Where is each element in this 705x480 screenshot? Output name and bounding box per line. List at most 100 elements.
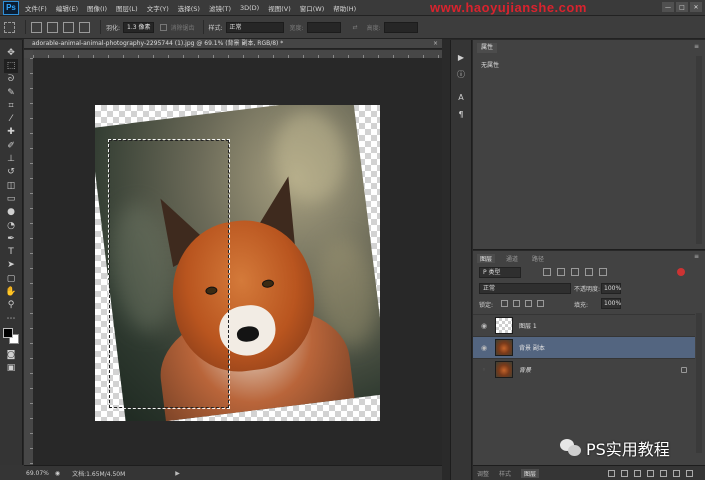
menu-file[interactable]: 文件(F)	[25, 3, 47, 13]
visibility-eye-icon[interactable]: ◉	[477, 343, 491, 353]
document-canvas[interactable]	[95, 105, 380, 421]
gradient-tool-icon[interactable]: ▭	[4, 192, 18, 205]
marquee-tool-preset-icon[interactable]	[4, 21, 15, 33]
menu-image[interactable]: 图像(I)	[87, 3, 107, 13]
screen-mode-icon[interactable]: ▣	[4, 362, 18, 375]
lock-pixels-icon[interactable]	[513, 300, 520, 307]
width-input[interactable]	[306, 21, 341, 33]
filter-type-icon[interactable]	[571, 268, 579, 276]
layer-filter-select[interactable]: P 类型	[479, 267, 521, 278]
ruler-origin[interactable]	[24, 50, 33, 58]
link-layers-icon[interactable]	[608, 470, 615, 477]
quick-select-tool-icon[interactable]: ✎	[4, 86, 18, 99]
lock-all-icon[interactable]	[537, 300, 544, 307]
vertical-ruler[interactable]	[24, 58, 33, 465]
layer-name[interactable]: 背景 副本	[519, 343, 545, 352]
adjustment-layer-icon[interactable]	[647, 470, 654, 477]
minimize-button[interactable]: —	[662, 2, 674, 12]
menu-select[interactable]: 选择(S)	[178, 3, 200, 13]
menu-edit[interactable]: 编辑(E)	[56, 3, 78, 13]
blur-tool-icon[interactable]: ●	[4, 206, 18, 219]
new-group-icon[interactable]	[660, 470, 667, 477]
eyedropper-tool-icon[interactable]: ⁄	[4, 112, 18, 125]
tab-layers[interactable]: 图层	[477, 254, 496, 263]
filter-pixel-icon[interactable]	[543, 268, 551, 276]
tab-paths[interactable]: 路径	[529, 254, 547, 263]
add-mask-icon[interactable]	[634, 470, 641, 477]
tab-styles[interactable]: 样式	[499, 469, 511, 478]
canvas-workspace[interactable]	[33, 58, 442, 465]
layer-name[interactable]: 图层 1	[519, 321, 537, 330]
status-menu-icon[interactable]: ◉	[55, 470, 60, 477]
panel-menu-icon[interactable]: ≡	[694, 253, 699, 260]
layer-row[interactable]: ◦ 背景	[473, 358, 695, 380]
tab-adjustments[interactable]: 调整	[477, 469, 489, 478]
style-select[interactable]: 正常	[225, 21, 284, 33]
color-swatches[interactable]	[3, 328, 19, 345]
selection-marquee[interactable]	[108, 139, 230, 409]
new-layer-icon[interactable]	[673, 470, 680, 477]
crop-tool-icon[interactable]: ⌗	[4, 99, 18, 112]
menu-filter[interactable]: 滤镜(T)	[209, 3, 231, 13]
properties-tab[interactable]: 属性	[477, 43, 498, 53]
clone-stamp-tool-icon[interactable]: ⊥	[4, 152, 18, 165]
feather-input[interactable]: 1.3 像素	[123, 21, 155, 33]
close-window-button[interactable]: ✕	[690, 2, 702, 12]
info-icon[interactable]: ⓘ	[455, 69, 467, 79]
visibility-eye-icon[interactable]: ◉	[477, 321, 491, 331]
paragraph-icon[interactable]: ¶	[455, 109, 467, 119]
eraser-tool-icon[interactable]: ◫	[4, 179, 18, 192]
antialias-checkbox[interactable]	[160, 23, 168, 31]
add-selection-icon[interactable]	[47, 21, 58, 33]
zoom-tool-icon[interactable]: ⚲	[4, 299, 18, 312]
type-tool-icon[interactable]: T	[4, 245, 18, 258]
brush-tool-icon[interactable]: ✐	[4, 139, 18, 152]
tab-channels[interactable]: 通道	[503, 254, 521, 263]
height-input[interactable]	[383, 21, 418, 33]
document-tab[interactable]: adorable-animal-animal-photography-22957…	[24, 39, 442, 49]
rect-marquee-tool-icon[interactable]: ⬚	[4, 59, 18, 73]
intersect-selection-icon[interactable]	[79, 21, 90, 33]
zoom-level[interactable]: 69.07%	[26, 470, 49, 477]
menu-view[interactable]: 视图(V)	[268, 3, 291, 13]
subtract-selection-icon[interactable]	[63, 21, 74, 33]
dodge-tool-icon[interactable]: ◔	[4, 219, 18, 232]
filter-toggle-icon[interactable]	[677, 268, 685, 276]
foreground-color-swatch[interactable]	[3, 328, 13, 339]
menu-3d[interactable]: 3D(D)	[240, 4, 259, 12]
opacity-input[interactable]: 100%	[601, 283, 621, 294]
more-tools-icon[interactable]: ⋯	[4, 312, 18, 325]
play-action-icon[interactable]: ▶	[455, 52, 467, 62]
layer-name[interactable]: 背景	[519, 365, 531, 374]
filter-shape-icon[interactable]	[585, 268, 593, 276]
move-tool-icon[interactable]: ✥	[4, 46, 18, 59]
horizontal-ruler[interactable]	[33, 50, 442, 58]
character-icon[interactable]: A	[455, 92, 467, 102]
lock-position-icon[interactable]	[525, 300, 532, 307]
maximize-button[interactable]: □	[676, 2, 688, 12]
blend-mode-select[interactable]: 正常	[479, 283, 571, 294]
properties-scrollbar[interactable]	[696, 56, 702, 244]
lock-transparency-icon[interactable]	[501, 300, 508, 307]
lasso-tool-icon[interactable]: ᘐ	[4, 73, 18, 86]
history-brush-tool-icon[interactable]: ↺	[4, 166, 18, 179]
pen-tool-icon[interactable]: ✒	[4, 232, 18, 245]
status-expand-icon[interactable]: ▶	[175, 470, 180, 477]
menu-window[interactable]: 窗口(W)	[300, 3, 325, 13]
shape-tool-icon[interactable]: ▢	[4, 272, 18, 285]
panel-menu-icon[interactable]: ≡	[694, 43, 699, 50]
menu-type[interactable]: 文字(Y)	[147, 3, 169, 13]
close-document-icon[interactable]: ×	[433, 39, 438, 48]
delete-layer-icon[interactable]	[686, 470, 693, 477]
quick-mask-icon[interactable]: ◙	[4, 348, 18, 361]
fill-input[interactable]: 100%	[601, 298, 621, 309]
healing-brush-tool-icon[interactable]: ✚	[4, 126, 18, 139]
filter-smart-icon[interactable]	[599, 268, 607, 276]
layer-row[interactable]: ◉ 图层 1	[473, 314, 695, 336]
layer-row[interactable]: ◉ 背景 副本	[473, 336, 695, 358]
swap-dimensions-icon[interactable]: ⇄	[353, 24, 358, 31]
menu-help[interactable]: 帮助(H)	[333, 3, 356, 13]
menu-layer[interactable]: 图层(L)	[116, 3, 138, 13]
tab-layers-bottom[interactable]: 图层	[521, 468, 540, 478]
layers-scrollbar[interactable]	[696, 313, 702, 453]
